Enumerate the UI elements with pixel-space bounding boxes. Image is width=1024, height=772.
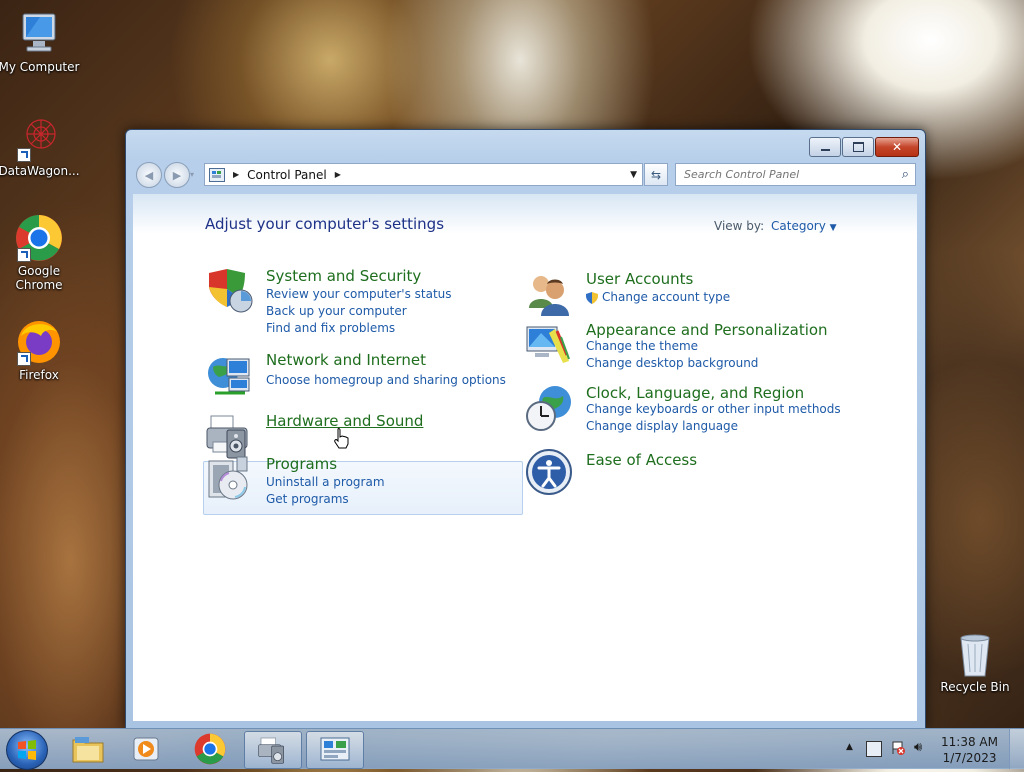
category-link[interactable]: Change account type <box>602 290 730 304</box>
desktop-icon-recycle-bin[interactable]: Recycle Bin <box>933 630 1017 694</box>
users-icon <box>525 270 573 318</box>
taskbar-chrome[interactable] <box>182 731 238 767</box>
page-title: Adjust your computer's settings <box>205 215 445 233</box>
desktop-icon-label: My Computer <box>0 60 80 74</box>
taskbar-devices[interactable] <box>244 731 302 769</box>
category-title[interactable]: Appearance and Personalization <box>586 321 828 339</box>
taskbar-control-panel[interactable] <box>306 731 364 769</box>
category-link[interactable]: Change display language <box>586 419 738 433</box>
chevron-down-icon: ▼ <box>829 223 837 233</box>
forward-arrow-icon: ▶ <box>172 168 182 182</box>
category-title[interactable]: Ease of Access <box>586 451 697 469</box>
back-arrow-icon: ◀ <box>144 168 154 182</box>
system-clock[interactable]: 11:38 AM 1/7/2023 <box>941 734 998 766</box>
view-by-dropdown[interactable]: Category ▼ <box>771 219 837 233</box>
search-input[interactable] <box>682 167 902 182</box>
category-link[interactable]: Review your computer's status <box>266 287 452 301</box>
taskbar-explorer[interactable] <box>60 731 116 767</box>
desktop-icon-label: DataWagon... <box>0 164 80 178</box>
windows-logo-icon <box>18 740 36 760</box>
breadcrumb-control-panel[interactable]: Control Panel <box>247 168 327 182</box>
category-link[interactable]: Change keyboards or other input methods <box>586 402 841 416</box>
back-button[interactable]: ◀ <box>136 162 162 188</box>
tray-action-center-icon[interactable] <box>891 741 905 755</box>
maximize-button[interactable] <box>842 137 874 157</box>
desktop-icon-label: Firefox <box>19 368 59 382</box>
taskbar-media-player[interactable] <box>118 731 174 767</box>
datawagon-icon <box>15 114 63 162</box>
media-player-icon <box>133 737 159 761</box>
caption-buttons: ✕ <box>809 137 919 157</box>
firefox-icon <box>15 318 63 366</box>
category-link[interactable]: Back up your computer <box>266 304 407 318</box>
control-panel-icon <box>209 167 225 182</box>
desktop-icon-datawagon[interactable]: DataWagon... <box>0 114 81 178</box>
search-icon[interactable]: ⌕ <box>902 167 909 182</box>
category-title[interactable]: User Accounts <box>586 270 693 288</box>
programs-icon <box>205 455 253 503</box>
taskbar: ▲ 🔊︎ 11:38 AM 1/7/2023 <box>0 728 1024 770</box>
desktop-icon-google-chrome[interactable]: Google Chrome <box>0 214 81 292</box>
search-box[interactable]: ⌕ <box>675 163 916 186</box>
clock-globe-icon <box>525 384 573 432</box>
category-title[interactable]: System and Security <box>266 267 421 285</box>
address-bar[interactable]: ▶ Control Panel ▶ ▼ <box>204 163 643 186</box>
category-link[interactable]: Change desktop background <box>586 356 758 370</box>
shortcut-arrow-icon <box>17 248 31 262</box>
category-link[interactable]: Change the theme <box>586 339 698 353</box>
category-link[interactable]: Get programs <box>266 492 349 506</box>
shortcut-arrow-icon <box>17 352 31 366</box>
ease-of-access-icon <box>525 448 573 496</box>
show-desktop-button[interactable] <box>1009 729 1024 769</box>
category-title[interactable]: Clock, Language, and Region <box>586 384 804 402</box>
printer-icon <box>205 412 253 460</box>
refresh-icon: ⇆ <box>650 167 662 182</box>
shortcut-arrow-icon <box>17 148 31 162</box>
control-panel-icon <box>320 737 350 761</box>
recycle-bin-icon <box>951 630 999 678</box>
category-link[interactable]: Choose homegroup and sharing options <box>266 373 506 387</box>
network-icon <box>205 351 253 399</box>
category-link[interactable]: Find and fix problems <box>266 321 395 335</box>
appearance-icon <box>525 321 573 369</box>
desktop-icon-firefox[interactable]: Firefox <box>0 318 81 382</box>
view-by-label: View by: <box>714 219 765 233</box>
address-dropdown-icon[interactable]: ▼ <box>630 170 637 180</box>
uac-shield-icon <box>586 292 598 305</box>
chrome-icon <box>15 214 63 262</box>
clock-date: 1/7/2023 <box>942 751 997 765</box>
minimize-button[interactable] <box>809 137 841 157</box>
computer-icon <box>15 10 63 58</box>
desktop-icon-label: Recycle Bin <box>940 680 1010 694</box>
category-link[interactable]: Uninstall a program <box>266 475 385 489</box>
close-icon: ✕ <box>891 140 903 154</box>
tray-volume-icon[interactable]: 🔊︎ <box>914 740 922 755</box>
devices-icon <box>258 737 284 764</box>
category-title[interactable]: Programs <box>266 455 337 473</box>
desktop-icon-label: Google Chrome <box>15 264 63 292</box>
refresh-button[interactable]: ⇆ <box>644 163 668 186</box>
minimize-icon <box>820 148 830 151</box>
forward-button[interactable]: ▶ <box>164 162 190 188</box>
explorer-icon <box>72 737 104 763</box>
desktop-icon-my-computer[interactable]: My Computer <box>0 10 81 74</box>
control-panel-content: Adjust your computer's settings View by:… <box>133 194 917 721</box>
category-title[interactable]: Network and Internet <box>266 351 426 369</box>
chrome-icon <box>194 733 226 765</box>
hand-cursor-icon <box>333 428 349 453</box>
recent-pages-dropdown[interactable]: ▾ <box>190 170 194 179</box>
start-button[interactable] <box>6 730 48 770</box>
close-button[interactable]: ✕ <box>875 137 919 157</box>
maximize-icon <box>852 142 864 152</box>
control-panel-window: ✕ ◀ ▶ ▾ ▶ Control Panel ▶ ▼ ⇆ ⌕ Adjust y… <box>125 129 926 729</box>
shield-icon <box>205 267 253 315</box>
clock-time: 11:38 AM <box>941 735 998 749</box>
breadcrumb-separator-icon[interactable]: ▶ <box>335 170 341 179</box>
breadcrumb-separator-icon[interactable]: ▶ <box>233 170 239 179</box>
tray-devices-icon[interactable] <box>866 741 882 757</box>
view-by-value[interactable]: Category <box>771 219 826 233</box>
tray-show-hidden-icon[interactable]: ▲ <box>846 742 853 752</box>
